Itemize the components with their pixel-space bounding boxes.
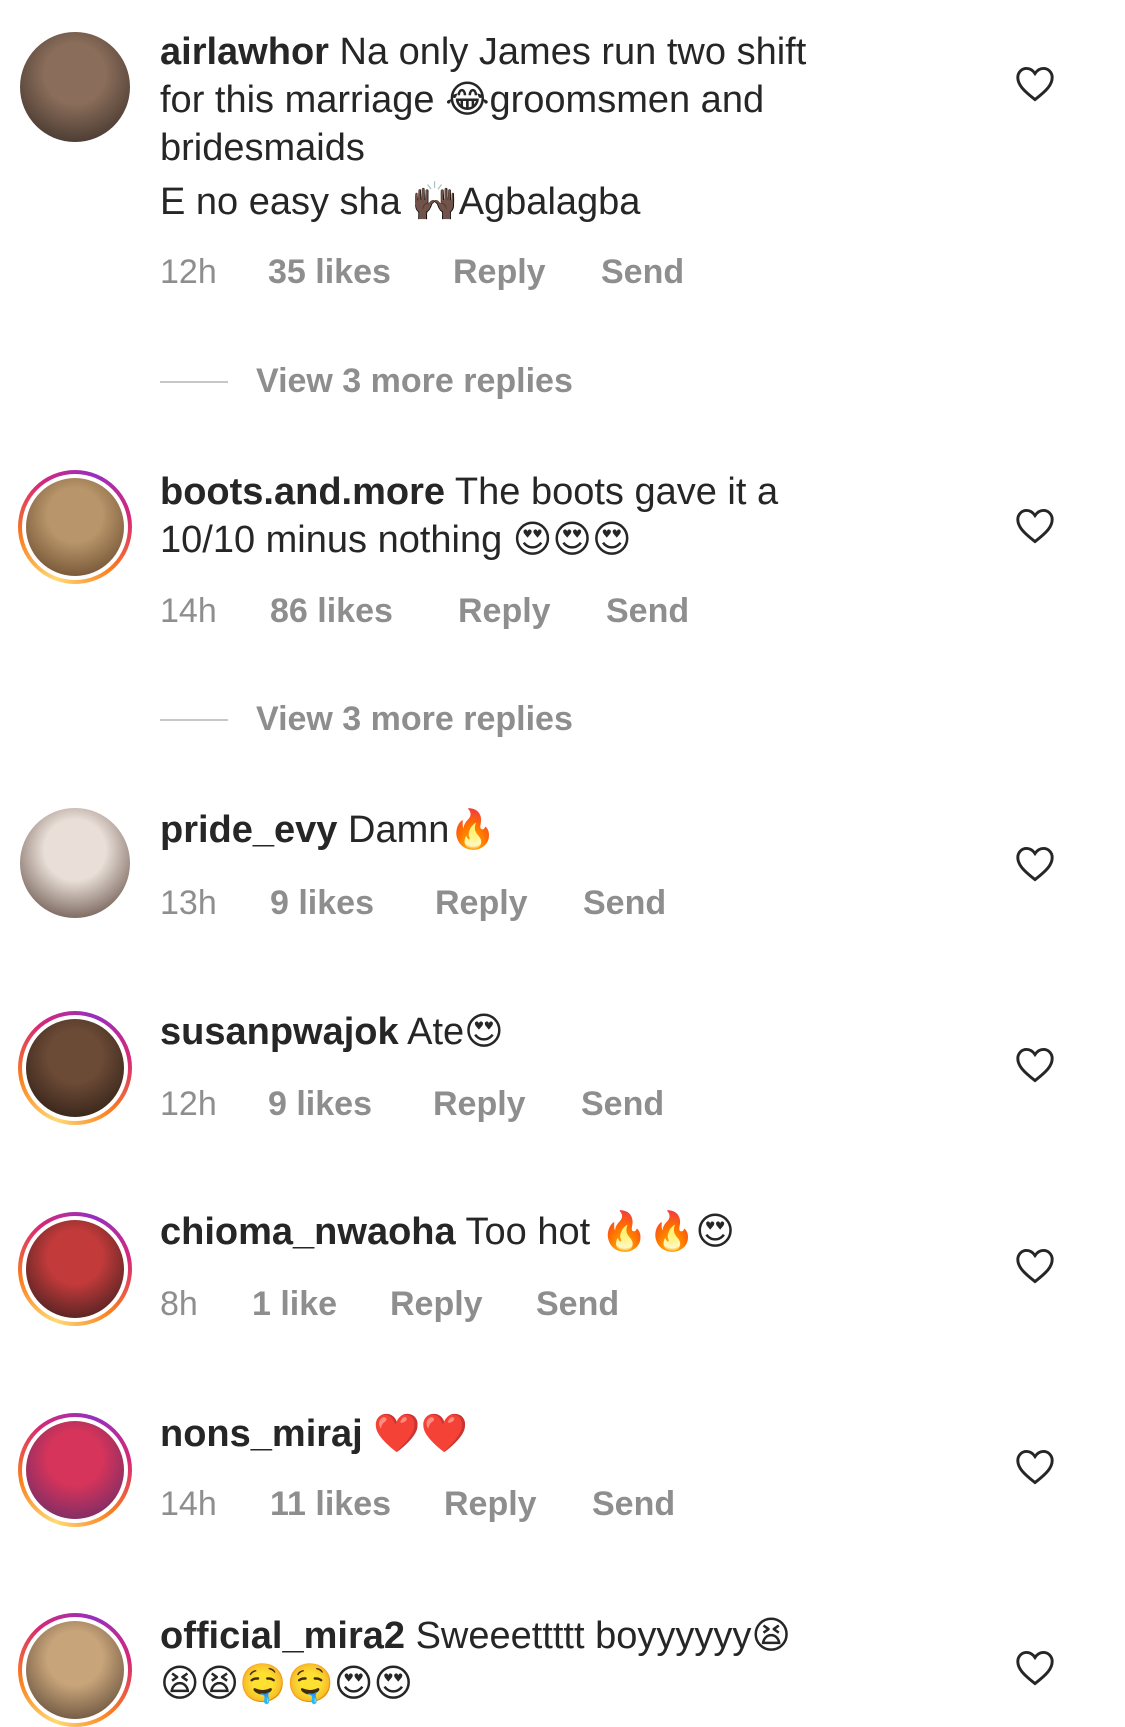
comment-meta: 14h 86 likes Reply Send <box>160 592 689 631</box>
send-button[interactable]: Send <box>601 253 684 292</box>
avatar[interactable] <box>18 1613 132 1727</box>
heart-outline-icon[interactable] <box>1015 1248 1055 1284</box>
comment-meta: 12h 9 likes Reply Send <box>160 1085 664 1124</box>
likes-count[interactable]: 11 likes <box>270 1485 444 1524</box>
view-replies-label: View 3 more replies <box>256 362 573 400</box>
divider <box>160 718 228 721</box>
comment-username[interactable]: official_mira2 <box>160 1615 405 1657</box>
reply-button[interactable]: Reply <box>390 1285 536 1324</box>
comment-text: susanpwajok Ate😍 <box>160 1008 900 1056</box>
comment-text: nons_miraj ❤️❤️ <box>160 1410 900 1458</box>
comment-line: bridesmaids <box>160 127 365 169</box>
avatar[interactable] <box>18 1212 132 1326</box>
comment-username[interactable]: airlawhor <box>160 31 329 73</box>
comment-text: boots.and.more The boots gave it a 10/10… <box>160 468 900 564</box>
avatar-image <box>26 1421 124 1519</box>
comment-meta: 13h 9 likes Reply Send <box>160 884 666 923</box>
heart-outline-icon[interactable] <box>1015 1650 1055 1686</box>
comment-time: 14h <box>160 592 217 630</box>
comment-line: 10/10 minus nothing 😍😍😍 <box>160 519 632 561</box>
comment-line: Ate😍 <box>407 1011 504 1053</box>
comment-line: Sweeettttt boyyyyyy😫 <box>415 1615 791 1657</box>
send-button[interactable]: Send <box>592 1485 675 1524</box>
comment-time: 12h <box>160 1085 217 1123</box>
comment-line: for this marriage 😂groomsmen and <box>160 79 765 121</box>
reply-button[interactable]: Reply <box>444 1485 592 1524</box>
reply-button[interactable]: Reply <box>458 592 606 631</box>
likes-count[interactable]: 9 likes <box>268 1085 433 1124</box>
comment-username[interactable]: chioma_nwaoha <box>160 1211 456 1253</box>
comment-username[interactable]: boots.and.more <box>160 471 445 513</box>
avatar-image <box>26 478 124 576</box>
comment-username[interactable]: nons_miraj <box>160 1413 363 1455</box>
send-button[interactable]: Send <box>581 1085 664 1124</box>
heart-outline-icon[interactable] <box>1015 508 1055 544</box>
divider <box>160 380 228 383</box>
comment-time: 12h <box>160 253 217 291</box>
send-button[interactable]: Send <box>536 1285 619 1324</box>
comment-line: E no easy sha 🙌🏿Agbalagba <box>160 181 641 223</box>
comment-username[interactable]: susanpwajok <box>160 1011 399 1053</box>
comment-text: pride_evy Damn🔥 <box>160 806 900 854</box>
comment-line: 😫😫🤤🤤😍😍 <box>160 1663 414 1705</box>
comment-text: official_mira2 Sweeettttt boyyyyyy😫 😫😫🤤🤤… <box>160 1612 900 1708</box>
reply-button[interactable]: Reply <box>435 884 583 923</box>
heart-outline-icon[interactable] <box>1015 1047 1055 1083</box>
comment-text: chioma_nwaoha Too hot 🔥🔥😍 <box>160 1208 900 1256</box>
comment-meta: 12h 35 likes Reply Send <box>160 253 684 292</box>
send-button[interactable]: Send <box>606 592 689 631</box>
comment-time: 8h <box>160 1285 198 1323</box>
view-more-replies[interactable]: View 3 more replies <box>160 700 573 739</box>
avatar-image <box>26 1220 124 1318</box>
send-button[interactable]: Send <box>583 884 666 923</box>
likes-count[interactable]: 9 likes <box>270 884 435 923</box>
view-replies-label: View 3 more replies <box>256 700 573 738</box>
avatar-image <box>26 1019 124 1117</box>
avatar[interactable] <box>18 470 132 584</box>
heart-outline-icon[interactable] <box>1015 66 1055 102</box>
avatar[interactable] <box>18 806 132 920</box>
avatar-image <box>26 1621 124 1719</box>
comment-time: 13h <box>160 884 217 922</box>
comment-line: ❤️❤️ <box>373 1413 468 1455</box>
avatar-image <box>20 808 130 918</box>
avatar-image <box>20 32 130 142</box>
comment-line: Na only James run two shift <box>339 31 807 73</box>
avatar[interactable] <box>18 1011 132 1125</box>
likes-count[interactable]: 35 likes <box>268 253 453 292</box>
comment-username[interactable]: pride_evy <box>160 809 337 851</box>
comment-line: Too hot 🔥🔥😍 <box>465 1211 735 1253</box>
likes-count[interactable]: 86 likes <box>270 592 458 631</box>
comment-line: Damn🔥 <box>348 809 497 851</box>
view-more-replies[interactable]: View 3 more replies <box>160 362 573 401</box>
comment-meta: 14h 11 likes Reply Send <box>160 1485 675 1524</box>
reply-button[interactable]: Reply <box>433 1085 581 1124</box>
avatar[interactable] <box>18 1413 132 1527</box>
likes-count[interactable]: 1 like <box>252 1285 390 1324</box>
comment-text: airlawhor Na only James run two shift fo… <box>160 28 900 226</box>
comment-meta: 8h 1 like Reply Send <box>160 1285 619 1324</box>
reply-button[interactable]: Reply <box>453 253 601 292</box>
comment-time: 14h <box>160 1485 217 1523</box>
avatar[interactable] <box>18 30 132 144</box>
comment-line: The boots gave it a <box>454 471 779 513</box>
heart-outline-icon[interactable] <box>1015 1449 1055 1485</box>
heart-outline-icon[interactable] <box>1015 846 1055 882</box>
